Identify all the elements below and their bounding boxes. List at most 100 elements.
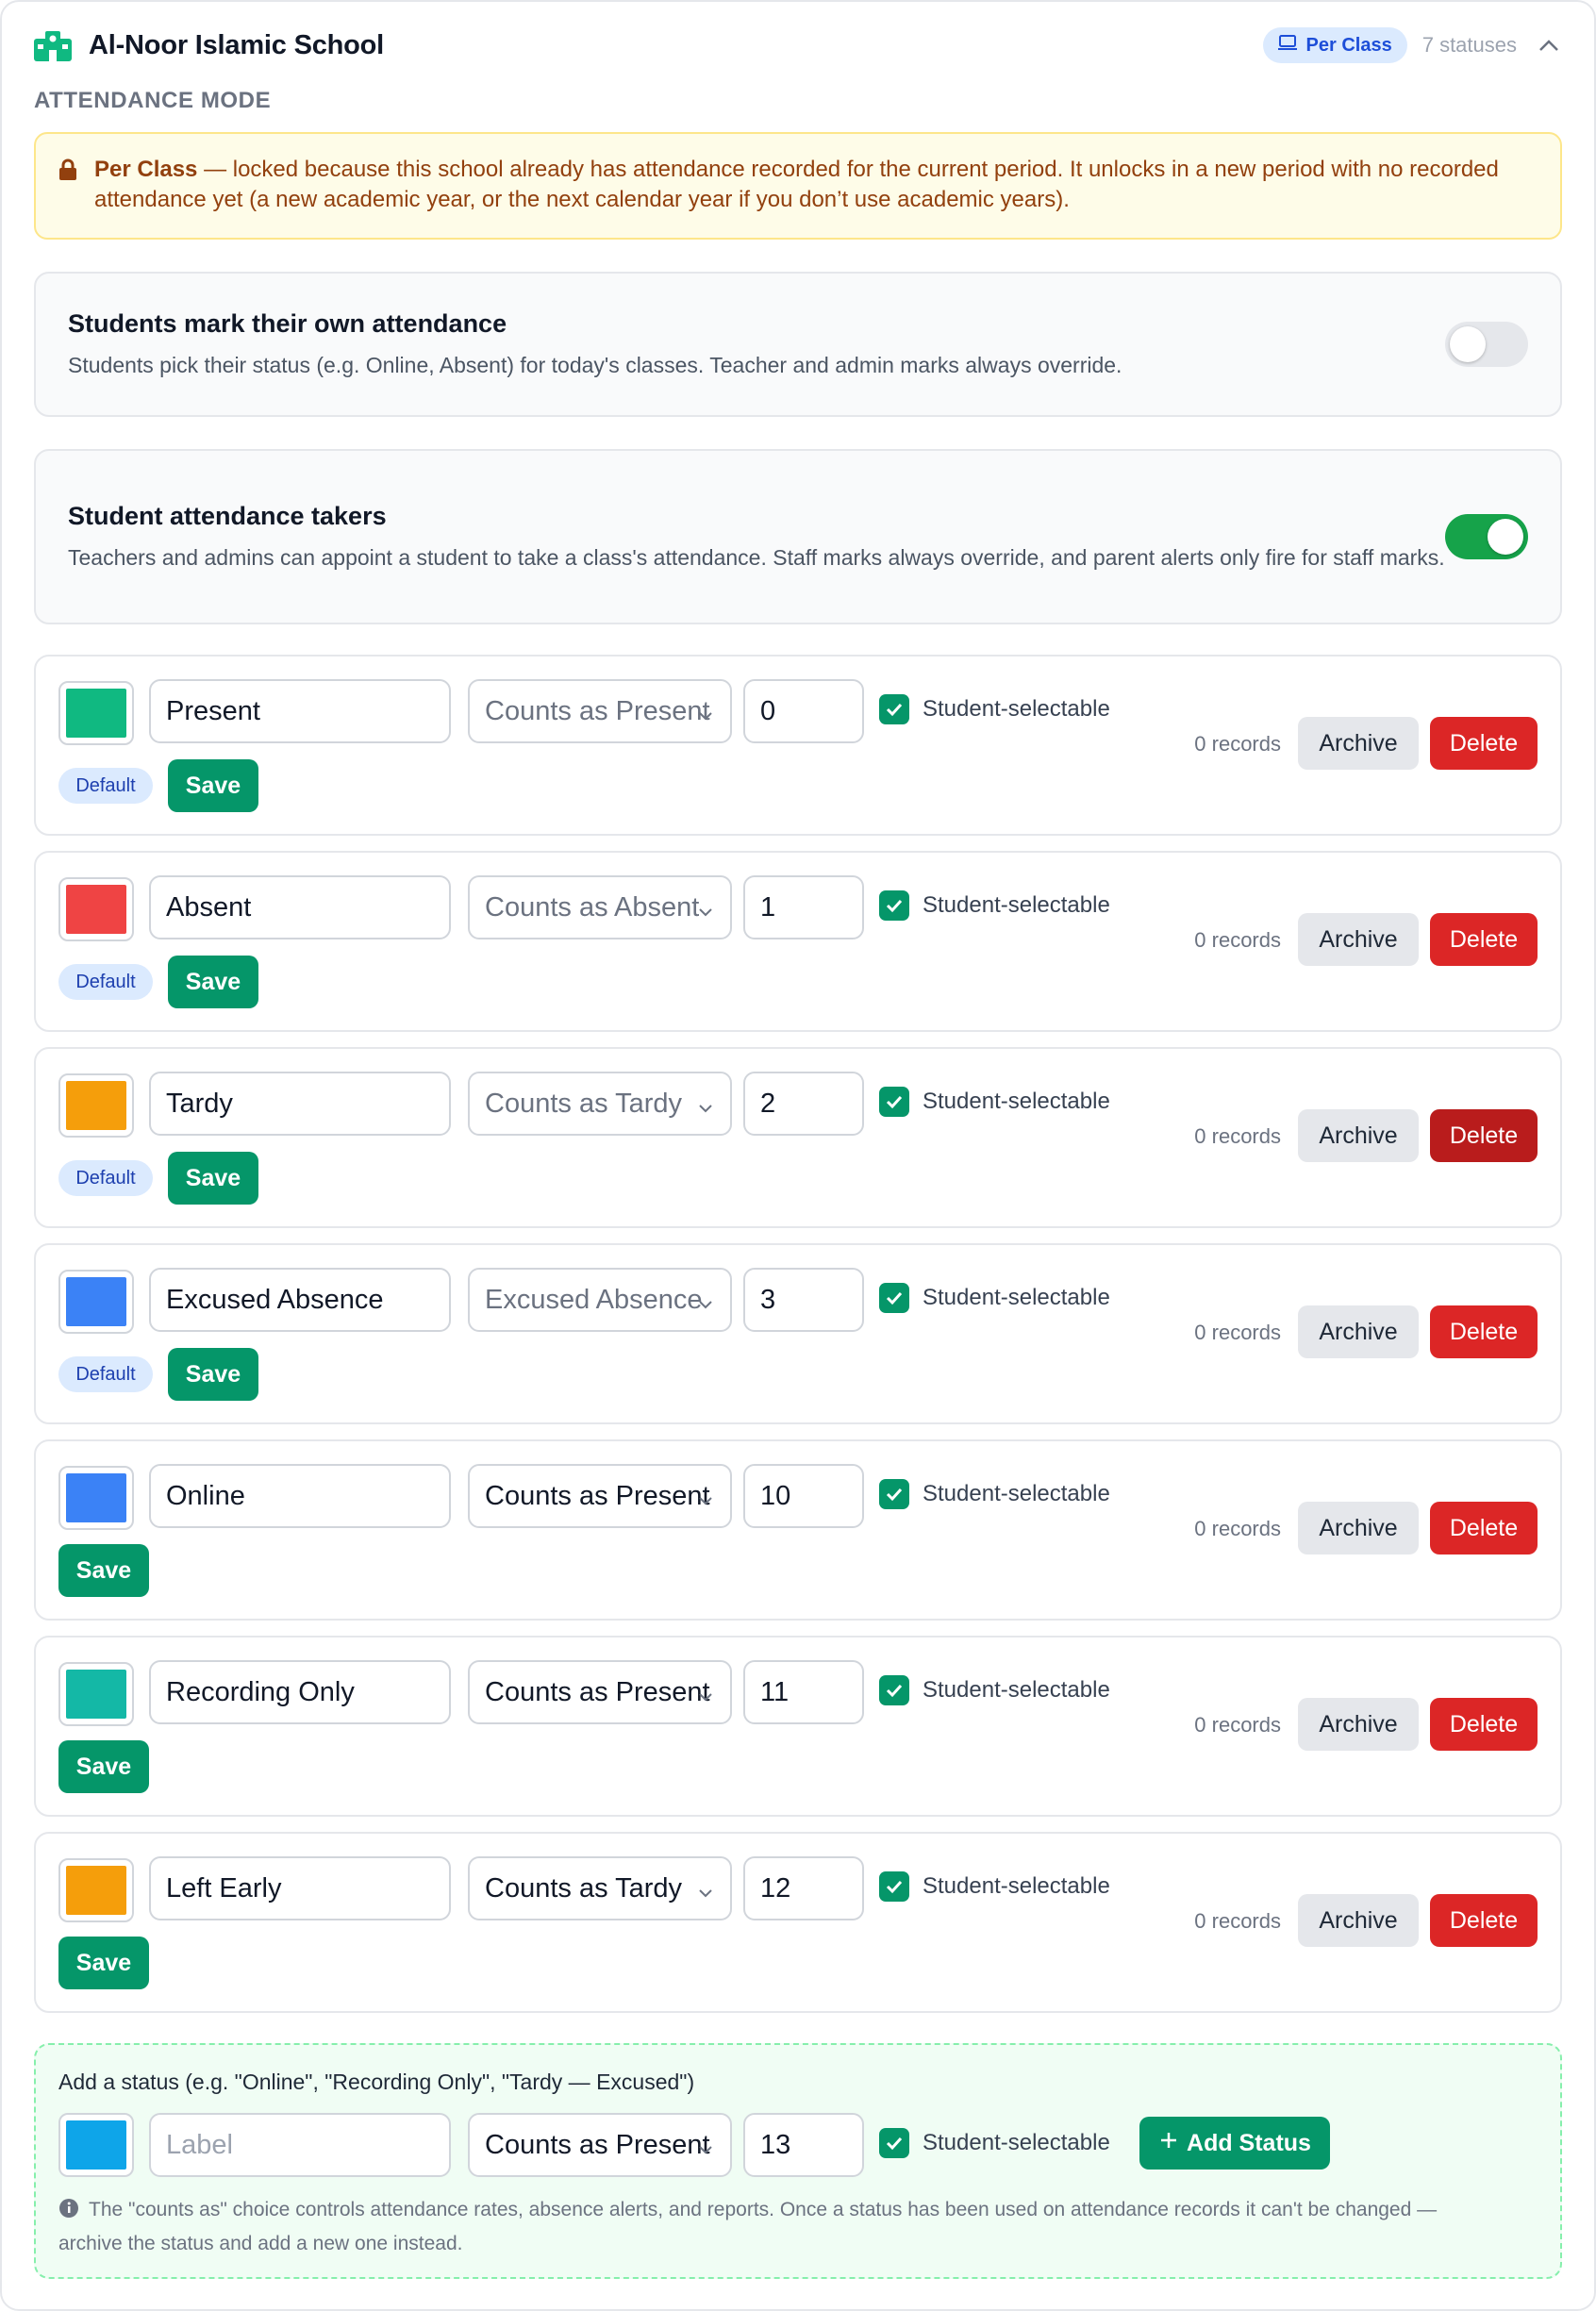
status-counts-as-value: Counts as Present [485, 1480, 710, 1511]
status-color-picker[interactable] [58, 1270, 134, 1334]
status-order-input[interactable]: 2 [743, 1072, 864, 1136]
status-counts-as-select[interactable]: Counts as Present [468, 679, 732, 743]
status-student-selectable[interactable]: Student-selectable [879, 1283, 1110, 1313]
status-list: Present Counts as Present 0 Student-sele… [34, 655, 1562, 2013]
checkbox[interactable] [879, 890, 909, 921]
chevron-down-icon [696, 1094, 715, 1125]
status-counts-as-select[interactable]: Counts as Absent [468, 875, 732, 939]
school-header[interactable]: Al-Noor Islamic School Per Class 7 statu… [34, 2, 1562, 89]
self-marking-title: Students mark their own attendance [68, 308, 507, 338]
attendance-mode-label: ATTENDANCE MODE [34, 88, 272, 113]
status-record-count: 0 records [1194, 1321, 1281, 1344]
check-icon [886, 1488, 903, 1502]
self-marking-text: Students mark their own attendance Stude… [68, 309, 1122, 380]
save-button[interactable]: Save [168, 956, 258, 1008]
check-icon [886, 2136, 903, 2151]
archive-button[interactable]: Archive [1298, 1698, 1419, 1751]
chevron-up-icon[interactable] [1536, 32, 1562, 58]
add-status-label-input[interactable]: Label [149, 2113, 451, 2177]
self-marking-description: Students pick their status (e.g. Online,… [68, 352, 1122, 377]
status-order-input[interactable]: 3 [743, 1268, 864, 1332]
status-counts-as-value: Counts as Present [485, 695, 710, 726]
archive-button[interactable]: Archive [1298, 1305, 1419, 1358]
save-button[interactable]: Save [58, 1937, 149, 1989]
save-button[interactable]: Save [168, 759, 258, 812]
status-order-input[interactable]: 10 [743, 1464, 864, 1528]
save-button[interactable]: Save [168, 1348, 258, 1401]
status-label-input[interactable]: Excused Absence [149, 1268, 451, 1332]
status-student-selectable[interactable]: Student-selectable [879, 1675, 1110, 1705]
status-record-count: 0 records [1194, 1124, 1281, 1148]
delete-button[interactable]: Delete [1430, 1894, 1538, 1947]
add-status-order-input[interactable]: 13 [743, 2113, 864, 2177]
status-label-input[interactable]: Tardy [149, 1072, 451, 1136]
status-student-selectable[interactable]: Student-selectable [879, 694, 1110, 724]
checkbox[interactable] [879, 2128, 909, 2158]
archive-button[interactable]: Archive [1298, 913, 1419, 966]
save-button[interactable]: Save [58, 1740, 149, 1793]
attendance-takers-toggle[interactable] [1445, 514, 1528, 559]
checkbox[interactable] [879, 1675, 909, 1705]
status-color-picker[interactable] [58, 1073, 134, 1138]
add-status-student-selectable[interactable]: Student-selectable [879, 2128, 1110, 2158]
delete-button[interactable]: Delete [1430, 717, 1538, 770]
status-row: Tardy Counts as Tardy 2 Student-selectab… [34, 1047, 1562, 1228]
status-row: Present Counts as Present 0 Student-sele… [34, 655, 1562, 836]
checkbox[interactable] [879, 1283, 909, 1313]
checkbox[interactable] [879, 1871, 909, 1902]
status-counts-as-select[interactable]: Counts as Present [468, 1464, 732, 1528]
status-color-picker[interactable] [58, 1466, 134, 1530]
status-color-picker[interactable] [58, 1662, 134, 1726]
archive-button[interactable]: Archive [1298, 717, 1419, 770]
status-color-picker[interactable] [58, 681, 134, 745]
status-student-selectable[interactable]: Student-selectable [879, 1087, 1110, 1117]
status-label-input[interactable]: Left Early [149, 1856, 451, 1920]
status-order-input[interactable]: 0 [743, 679, 864, 743]
status-order-input[interactable]: 11 [743, 1660, 864, 1724]
delete-button[interactable]: Delete [1430, 1109, 1538, 1162]
add-status-button[interactable]: Add Status [1139, 2117, 1330, 2170]
save-button[interactable]: Save [58, 1544, 149, 1597]
plus-icon [1158, 2130, 1179, 2157]
status-row: Excused Absence Excused Absence 3 Studen… [34, 1243, 1562, 1424]
status-counts-as-select[interactable]: Excused Absence [468, 1268, 732, 1332]
checkbox[interactable] [879, 1479, 909, 1509]
archive-button[interactable]: Archive [1298, 1894, 1419, 1947]
status-counts-as-select[interactable]: Counts as Tardy [468, 1856, 732, 1920]
checkbox[interactable] [879, 694, 909, 724]
attendance-takers-description: Teachers and admins can appoint a studen… [68, 544, 1445, 570]
save-button[interactable]: Save [168, 1152, 258, 1205]
add-status-info-note: The "counts as" choice controls attendan… [58, 2194, 1504, 2259]
delete-button[interactable]: Delete [1430, 1502, 1538, 1555]
lock-icon [58, 158, 81, 215]
add-status-counts-as-select[interactable]: Counts as Present [468, 2113, 732, 2177]
archive-button[interactable]: Archive [1298, 1502, 1419, 1555]
default-badge: Default [58, 1160, 153, 1196]
status-student-selectable[interactable]: Student-selectable [879, 1871, 1110, 1902]
delete-button[interactable]: Delete [1430, 913, 1538, 966]
delete-button[interactable]: Delete [1430, 1305, 1538, 1358]
chevron-down-icon [696, 2136, 715, 2167]
status-label-input[interactable]: Present [149, 679, 451, 743]
attendance-takers-text: Student attendance takers Teachers and a… [68, 502, 1445, 573]
status-order-input[interactable]: 12 [743, 1856, 864, 1920]
archive-button[interactable]: Archive [1298, 1109, 1419, 1162]
add-status-color-picker[interactable] [58, 2113, 134, 2177]
status-label-input[interactable]: Recording Only [149, 1660, 451, 1724]
checkbox[interactable] [879, 1087, 909, 1117]
color-swatch [66, 1866, 126, 1915]
status-counts-as-select[interactable]: Counts as Tardy [468, 1072, 732, 1136]
status-order-input[interactable]: 1 [743, 875, 864, 939]
delete-button[interactable]: Delete [1430, 1698, 1538, 1751]
mode-badge: Per Class [1262, 27, 1407, 63]
self-marking-toggle[interactable] [1445, 322, 1528, 367]
status-label-input[interactable]: Online [149, 1464, 451, 1528]
lock-note-text: Per Class — locked because this school a… [94, 155, 1534, 215]
status-student-selectable[interactable]: Student-selectable [879, 1479, 1110, 1509]
status-counts-as-select[interactable]: Counts as Present [468, 1660, 732, 1724]
status-color-picker[interactable] [58, 877, 134, 941]
status-student-selectable[interactable]: Student-selectable [879, 890, 1110, 921]
status-label-input[interactable]: Absent [149, 875, 451, 939]
chevron-down-icon [696, 1683, 715, 1714]
status-color-picker[interactable] [58, 1858, 134, 1922]
